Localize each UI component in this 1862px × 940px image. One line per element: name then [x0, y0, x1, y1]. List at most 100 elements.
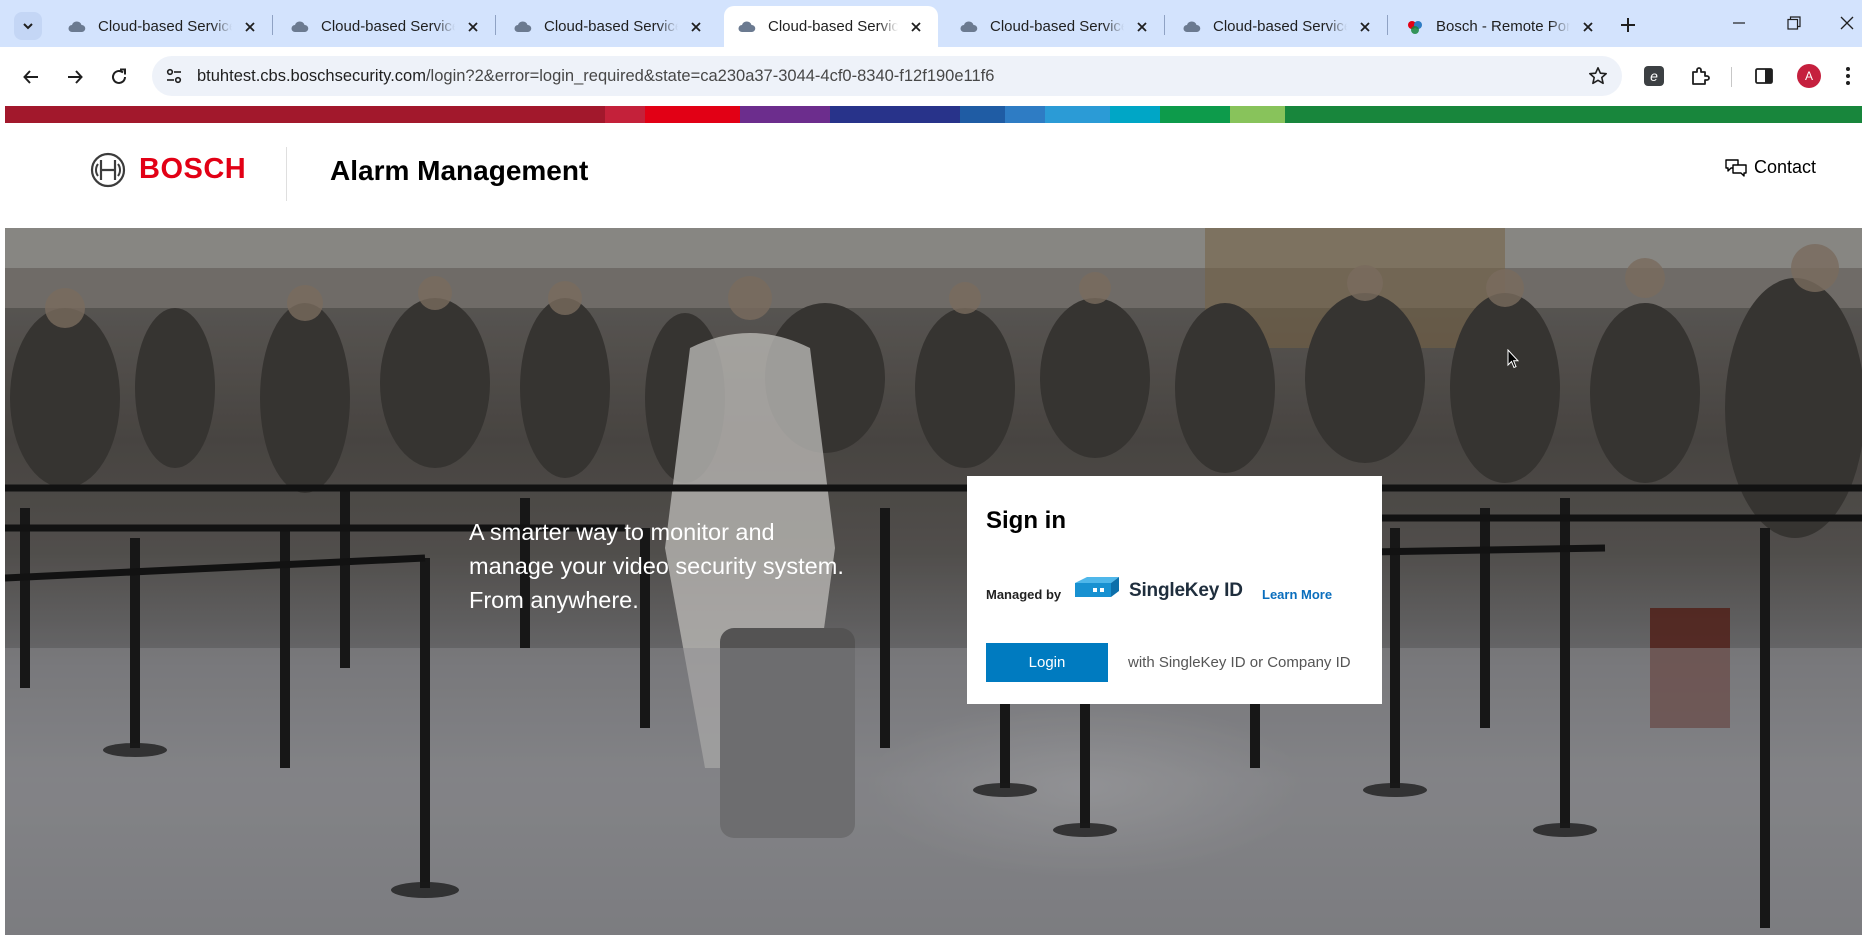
url-host: btuhtest.cbs.boschsecurity.com — [197, 67, 426, 85]
bosch-armature-icon[interactable] — [90, 152, 126, 188]
reload-icon — [112, 68, 126, 84]
chevron-down-icon — [23, 23, 33, 30]
cloud-icon — [291, 18, 309, 36]
app-title: Alarm Management — [330, 155, 589, 186]
mouse-cursor-icon — [1507, 349, 1519, 369]
supergraphic-segment — [1285, 106, 1862, 123]
browser-tab[interactable]: Bosch - Remote Portal — [1392, 6, 1610, 47]
extensions-puzzle-icon[interactable] — [1686, 62, 1714, 90]
browser-tab[interactable]: Cloud-based Services — [54, 6, 272, 47]
tab-close-icon[interactable] — [1355, 17, 1375, 37]
browser-tab-strip: Cloud-based Services Cloud-based Service… — [0, 0, 1862, 47]
tab-close-icon[interactable] — [686, 17, 706, 37]
address-bar[interactable]: btuhtest.cbs.boschsecurity.com/login?2&e… — [152, 56, 1622, 96]
tab-close-icon[interactable] — [906, 17, 926, 37]
supergraphic-segment — [1230, 106, 1285, 123]
restore-icon — [1787, 16, 1801, 30]
tab-separator — [272, 15, 273, 35]
close-icon — [1840, 16, 1854, 30]
site-info-icon[interactable] — [160, 62, 188, 90]
cloud-icon — [960, 18, 978, 36]
tab-search-button[interactable] — [14, 12, 42, 40]
supergraphic-segment — [1160, 106, 1230, 123]
bosch-supergraphic-bar — [5, 106, 1862, 123]
supergraphic-segment — [830, 106, 960, 123]
login-button[interactable]: Login — [986, 643, 1108, 682]
sign-in-title: Sign in — [986, 507, 1066, 534]
tab-title: Bosch - Remote Portal — [1436, 18, 1570, 35]
tab-title: Cloud-based Services — [98, 18, 232, 35]
supergraphic-segment — [605, 106, 645, 123]
url-text[interactable]: btuhtest.cbs.boschsecurity.com/login?2&e… — [197, 56, 994, 96]
browser-tab[interactable]: Cloud-based Services — [946, 6, 1164, 47]
side-panel-icon[interactable] — [1750, 62, 1778, 90]
tagline-line: manage your video security system. — [469, 553, 844, 579]
singlekey-id-wordmark: SingleKey ID — [1129, 580, 1243, 601]
supergraphic-segment — [740, 106, 830, 123]
hero-banner: A smarter way to monitor and manage your… — [5, 228, 1862, 935]
forward-button[interactable] — [59, 61, 91, 93]
arrow-left-icon — [23, 70, 38, 84]
tab-close-icon[interactable] — [1578, 17, 1598, 37]
minimize-button[interactable] — [1716, 8, 1762, 38]
extension-e-icon[interactable]: e — [1640, 62, 1668, 90]
tab-close-icon[interactable] — [1132, 17, 1152, 37]
back-button[interactable] — [15, 61, 47, 93]
tab-close-icon[interactable] — [463, 17, 483, 37]
close-window-button[interactable] — [1824, 8, 1862, 38]
supergraphic-segment — [960, 106, 1005, 123]
page-footer-strip — [5, 935, 1862, 940]
supergraphic-segment — [645, 106, 740, 123]
bosch-portal-icon — [1406, 18, 1424, 36]
managed-by-label: Managed by — [986, 587, 1062, 602]
cloud-icon — [68, 18, 86, 36]
svg-text:e: e — [1650, 68, 1658, 84]
browser-tab[interactable]: Cloud-based Services — [277, 6, 495, 47]
tab-separator — [1164, 15, 1165, 35]
supergraphic-segment — [5, 106, 605, 123]
tab-close-icon[interactable] — [240, 17, 260, 37]
header-divider — [286, 147, 287, 201]
tagline-line: From anywhere. — [469, 587, 639, 613]
learn-more-link[interactable]: Learn More — [1262, 587, 1332, 602]
tab-title: Cloud-based Services — [990, 18, 1124, 35]
supergraphic-segment — [1045, 106, 1110, 123]
browser-tab-active[interactable]: Cloud-based Services — [724, 6, 938, 47]
url-path: /login?2&error=login_required&state=ca23… — [425, 67, 995, 85]
cloud-icon — [514, 18, 532, 36]
browser-toolbar: btuhtest.cbs.boschsecurity.com/login?2&e… — [0, 47, 1862, 106]
sign-in-card: Sign in Managed by SingleKey ID Learn Mo… — [967, 476, 1382, 704]
tab-separator — [495, 15, 496, 35]
restore-button[interactable] — [1771, 8, 1817, 38]
tab-title: Cloud-based Services — [321, 18, 455, 35]
tagline-line: A smarter way to monitor and — [469, 519, 775, 545]
supergraphic-segment — [1110, 106, 1160, 123]
minimize-icon — [1733, 22, 1745, 24]
chat-bubbles-icon — [1725, 158, 1749, 178]
hero-tagline: A smarter way to monitor and manage your… — [469, 515, 889, 617]
new-tab-button[interactable] — [1614, 11, 1642, 39]
browser-tab[interactable]: Cloud-based Services — [500, 6, 718, 47]
browser-menu-icon[interactable] — [1838, 62, 1858, 90]
web-page: BOSCH Alarm Management Contact A smarter… — [5, 106, 1862, 940]
bookmark-star-icon[interactable] — [1586, 64, 1610, 88]
tab-separator — [1387, 15, 1388, 35]
singlekey-id-logo-icon — [1075, 577, 1119, 597]
supergraphic-segment — [1005, 106, 1045, 123]
cloud-icon — [1183, 18, 1201, 36]
brand-logo-text[interactable]: BOSCH — [139, 153, 246, 186]
site-header: BOSCH Alarm Management Contact — [5, 123, 1862, 228]
toolbar-separator — [1731, 67, 1732, 87]
hero-overlay — [5, 228, 1862, 935]
contact-label: Contact — [1754, 157, 1817, 177]
cloud-icon — [738, 18, 756, 36]
contact-link[interactable]: Contact — [1725, 157, 1816, 178]
arrow-right-icon — [68, 70, 83, 84]
browser-tab[interactable]: Cloud-based Services — [1169, 6, 1387, 47]
profile-avatar[interactable]: A — [1797, 64, 1821, 88]
reload-button[interactable] — [103, 61, 135, 93]
tab-title: Cloud-based Services — [1213, 18, 1347, 35]
login-hint-text: with SingleKey ID or Company ID — [1128, 654, 1351, 671]
plus-icon — [1621, 18, 1635, 32]
tab-title: Cloud-based Services — [544, 18, 678, 35]
